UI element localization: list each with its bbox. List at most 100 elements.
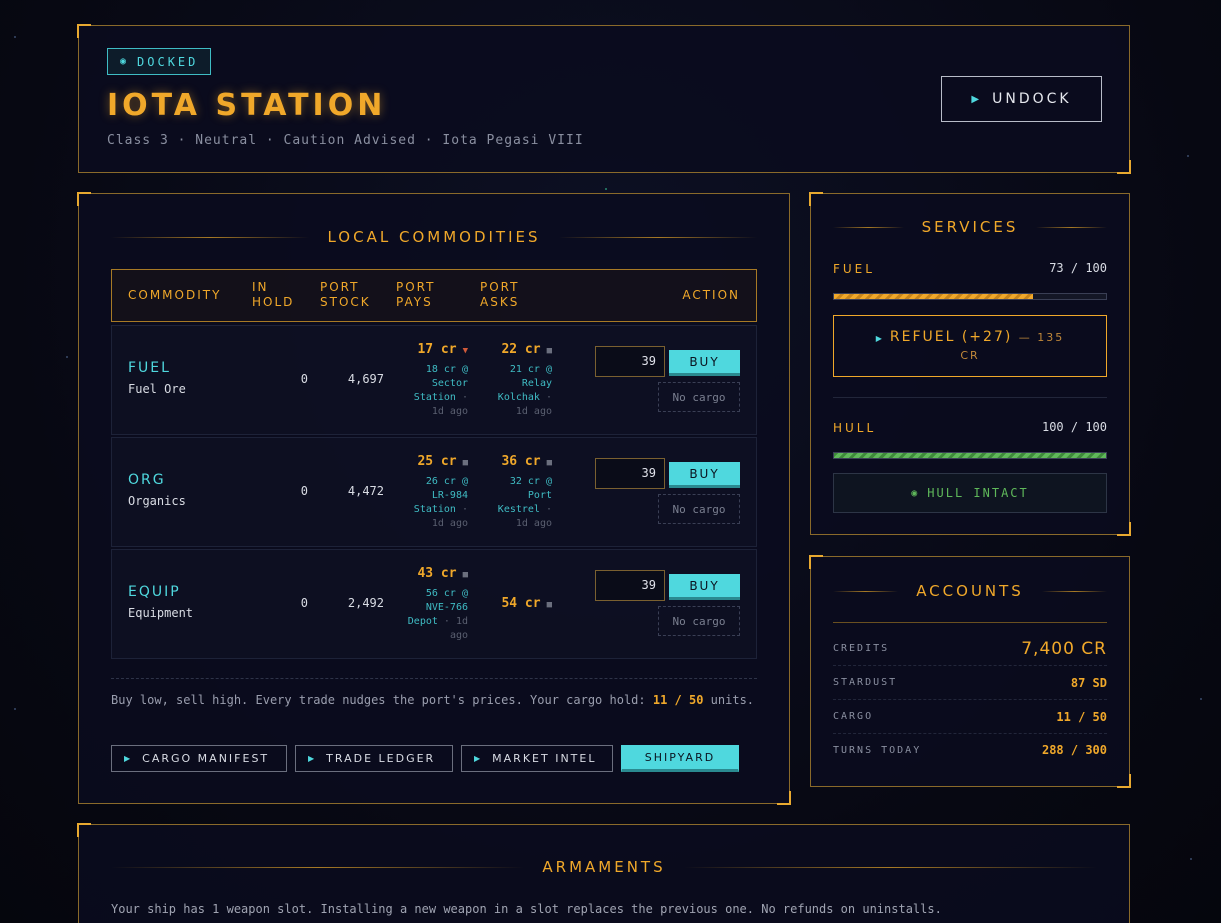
pays-ref-price: 18 cr @ bbox=[425, 364, 468, 375]
services-title: SERVICES bbox=[833, 218, 1108, 236]
account-row-credits: CREDITS 7,400 CR bbox=[833, 632, 1107, 666]
commodities-title: LOCAL COMMODITIES bbox=[111, 228, 757, 246]
hull-status: ◉ HULL INTACT bbox=[833, 473, 1107, 513]
price-flat-icon: ■ bbox=[546, 458, 552, 468]
pays-ref-price: 56 cr @ bbox=[425, 588, 468, 599]
station-title: IOTA STATION bbox=[107, 88, 387, 123]
account-row-stardust: STARDUST 87 SD bbox=[833, 666, 1107, 700]
account-row-cargo: CARGO 11 / 50 bbox=[833, 700, 1107, 734]
pays-ref-age: 1d ago bbox=[431, 518, 468, 529]
shipyard-button[interactable]: SHIPYARD bbox=[621, 745, 739, 772]
quantity-input[interactable]: 39 bbox=[595, 570, 665, 601]
buy-button[interactable]: BUY bbox=[669, 574, 740, 600]
account-key: TURNS TODAY bbox=[833, 744, 922, 756]
col-port-asks-line2: ASKS bbox=[480, 295, 520, 309]
quantity-input[interactable]: 39 bbox=[595, 458, 665, 489]
asks-ref-place-2: Kolchak bbox=[497, 392, 540, 403]
services-panel: SERVICES FUEL 73 / 100 ▶ REFUEL (+27) — 1… bbox=[809, 192, 1131, 536]
price-flat-icon: ■ bbox=[462, 570, 468, 580]
undock-button[interactable]: ▶ UNDOCK bbox=[941, 76, 1102, 122]
trade-ledger-label: TRADE LEDGER bbox=[326, 752, 436, 765]
port-pays-reference: 18 cr @ Sector Station · 1d ago bbox=[392, 363, 468, 419]
commodity-row-equip: EQUIP Equipment 0 2,492 43 cr ■ 56 cr @ N… bbox=[111, 549, 757, 659]
col-in-hold-line1: IN bbox=[252, 280, 269, 294]
divider bbox=[111, 678, 757, 679]
fuel-label: FUEL bbox=[833, 262, 875, 276]
port-asks-cell: 54 cr ■ bbox=[476, 596, 552, 611]
sell-no-cargo: No cargo bbox=[658, 494, 740, 524]
trade-ledger-button[interactable]: ▶ TRADE LEDGER bbox=[295, 745, 453, 772]
port-asks-price: 22 cr bbox=[501, 342, 541, 357]
commodities-panel: LOCAL COMMODITIES COMMODITY IN HOLD PORT… bbox=[77, 192, 791, 805]
fuel-bar-fill bbox=[834, 294, 1033, 299]
pays-ref-age: 1d bbox=[455, 616, 468, 627]
docked-dot-icon: ◉ bbox=[120, 56, 130, 67]
quantity-input[interactable]: 39 bbox=[595, 346, 665, 377]
undock-label: UNDOCK bbox=[992, 91, 1072, 107]
col-port-stock-line1: PORT bbox=[320, 280, 360, 294]
refuel-cost: — 135 bbox=[1018, 331, 1065, 344]
docked-status-text: DOCKED bbox=[137, 54, 199, 69]
buy-button[interactable]: BUY bbox=[669, 350, 740, 376]
pays-ref-place-2: Station bbox=[413, 504, 456, 515]
pays-ref-age: 1d ago bbox=[431, 406, 468, 417]
station-header: ◉ DOCKED IOTA STATION Class 3 · Neutral … bbox=[77, 24, 1131, 174]
hull-label: HULL bbox=[833, 421, 877, 435]
fuel-bar bbox=[833, 293, 1107, 300]
commodity-name: Fuel Ore bbox=[128, 382, 186, 396]
port-pays-price: 17 cr bbox=[417, 342, 457, 357]
commodity-in-hold: 0 bbox=[300, 372, 308, 386]
col-action: ACTION bbox=[682, 288, 740, 302]
commodities-title-text: LOCAL COMMODITIES bbox=[327, 228, 541, 246]
commodity-name: Organics bbox=[128, 494, 186, 508]
commodities-table-header: COMMODITY IN HOLD PORT STOCK PORT PAYS P… bbox=[111, 269, 757, 322]
sell-no-cargo: No cargo bbox=[658, 382, 740, 412]
cargo-manifest-button[interactable]: ▶ CARGO MANIFEST bbox=[111, 745, 287, 772]
trade-hint-text: Buy low, sell high. Every trade nudges t… bbox=[111, 693, 646, 707]
account-key: CREDITS bbox=[833, 643, 890, 654]
pays-ref-place: Sector bbox=[431, 378, 468, 389]
trade-hint-cargo: 11 / 50 bbox=[652, 693, 704, 707]
commodity-port-stock: 2,492 bbox=[347, 596, 384, 610]
price-flat-icon: ■ bbox=[462, 458, 468, 468]
shipyard-label: SHIPYARD bbox=[644, 751, 716, 764]
divider bbox=[833, 397, 1107, 398]
armaments-panel: ARMAMENTS Your ship has 1 weapon slot. I… bbox=[77, 823, 1130, 923]
armaments-title: ARMAMENTS bbox=[111, 858, 1097, 876]
armaments-title-text: ARMAMENTS bbox=[542, 858, 666, 876]
port-asks-cell: 22 cr ■ 21 cr @ Relay Kolchak · 1d ago bbox=[476, 342, 552, 419]
refuel-button[interactable]: ▶ REFUEL (+27) — 135 CR bbox=[833, 315, 1107, 377]
port-pays-cell: 25 cr ■ 26 cr @ LR-984 Station · 1d ago bbox=[392, 454, 468, 531]
col-port-asks-line1: PORT bbox=[480, 280, 520, 294]
port-pays-reference: 26 cr @ LR-984 Station · 1d ago bbox=[392, 475, 468, 531]
port-asks-reference: 32 cr @ Port Kestrel · 1d ago bbox=[476, 475, 552, 531]
accounts-title: ACCOUNTS bbox=[833, 582, 1108, 600]
commodity-port-stock: 4,697 bbox=[347, 372, 384, 386]
hull-bar-fill bbox=[834, 453, 1106, 458]
pays-ref-age-2: ago bbox=[449, 630, 468, 641]
pays-ref-place: LR-984 bbox=[431, 490, 468, 501]
price-down-icon: ▼ bbox=[462, 346, 468, 356]
account-value: 87 SD bbox=[1070, 675, 1107, 690]
asks-ref-age: 1d ago bbox=[515, 406, 552, 417]
cargo-manifest-label: CARGO MANIFEST bbox=[142, 752, 270, 765]
price-flat-icon: ■ bbox=[546, 346, 552, 356]
col-port-pays-line1: PORT bbox=[396, 280, 436, 294]
commodity-code: FUEL bbox=[128, 360, 171, 376]
refuel-label: REFUEL (+27) bbox=[889, 329, 1013, 345]
buy-button[interactable]: BUY bbox=[669, 462, 740, 488]
asks-ref-price: 32 cr @ bbox=[509, 476, 552, 487]
services-title-text: SERVICES bbox=[921, 218, 1019, 236]
trade-hint-units: units. bbox=[710, 693, 755, 707]
hull-value: 100 / 100 bbox=[1041, 420, 1107, 434]
commodity-row-fuel: FUEL Fuel Ore 0 4,697 17 cr ▼ 18 cr @ Sec… bbox=[111, 325, 757, 435]
asks-ref-place-2: Kestrel bbox=[497, 504, 540, 515]
asks-ref-place: Port bbox=[527, 490, 552, 501]
play-arrow-icon: ▶ bbox=[474, 754, 483, 763]
port-asks-price: 54 cr bbox=[501, 596, 541, 611]
port-pays-reference: 56 cr @ NVE-766 Depot · 1d ago bbox=[392, 587, 468, 643]
commodity-port-stock: 4,472 bbox=[347, 484, 384, 498]
market-intel-button[interactable]: ▶ MARKET INTEL bbox=[461, 745, 613, 772]
docked-status-badge: ◉ DOCKED bbox=[107, 48, 212, 75]
trade-hint: Buy low, sell high. Every trade nudges t… bbox=[111, 691, 757, 710]
